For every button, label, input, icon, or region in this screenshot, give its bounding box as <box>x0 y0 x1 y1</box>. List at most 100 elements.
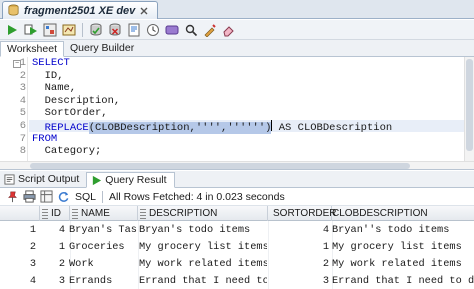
script-output-icon <box>4 173 15 185</box>
autotrace-button[interactable] <box>61 22 77 38</box>
toolbar-separator <box>82 22 83 37</box>
tab-script-output[interactable]: Script Output <box>0 171 86 187</box>
editor-vertical-scrollbar[interactable] <box>464 57 474 161</box>
table-row[interactable]: 2 1 Groceries My grocery list items 1 My… <box>0 239 474 254</box>
column-handle-icon <box>42 208 48 219</box>
tab-query-result[interactable]: Query Result <box>86 172 175 188</box>
document-tab-strip: fragment2501 XE dev <box>0 0 474 19</box>
line-number-gutter: − 1 2 3 4 5 6 7 8 <box>0 57 28 161</box>
cell-name[interactable]: Bryan's Tasks <box>69 222 137 237</box>
code-line: Description, <box>32 94 121 107</box>
history-icon <box>147 23 159 36</box>
worksheet-toolbar <box>0 20 474 40</box>
find-button[interactable] <box>183 22 199 38</box>
clear-button[interactable] <box>126 22 142 38</box>
cell-name[interactable]: Groceries <box>69 239 137 254</box>
eraser-button[interactable] <box>221 22 237 38</box>
format-button[interactable] <box>202 22 218 38</box>
run-statement-button[interactable] <box>4 22 20 38</box>
cell-sortorder[interactable]: 2 <box>268 256 332 271</box>
column-label: DESCRIPTION <box>149 208 218 219</box>
column-header-clobdescription[interactable]: CLOBDESCRIPTION <box>332 206 474 221</box>
rollback-button[interactable] <box>107 22 123 38</box>
column-header-name[interactable]: NAME <box>70 206 138 221</box>
tab-worksheet[interactable]: Worksheet <box>0 41 64 57</box>
cell-clobdescription[interactable]: Errand that I need to do <box>332 273 474 288</box>
cell-id[interactable]: 1 <box>40 239 68 254</box>
print-icon[interactable] <box>23 190 36 203</box>
run-script-icon <box>24 24 37 35</box>
scrollbar-thumb[interactable] <box>466 59 473 151</box>
eraser-icon <box>223 25 234 36</box>
document-tab-title: fragment2501 XE dev <box>24 4 136 17</box>
table-row[interactable]: 3 2 Work My work related items 2 My work… <box>0 256 474 271</box>
explain-plan-button[interactable] <box>42 22 58 38</box>
document-tab[interactable]: fragment2501 XE dev <box>2 1 159 19</box>
worksheet-tabs: Worksheet Query Builder <box>0 40 474 57</box>
line-number: 3 <box>19 82 26 94</box>
line-number: 8 <box>19 145 26 157</box>
history-button[interactable] <box>145 22 161 38</box>
row-number: 2 <box>29 240 36 253</box>
column-header-description[interactable]: DESCRIPTION <box>138 206 268 221</box>
cell-clobdescription[interactable]: My grocery list items <box>332 239 474 254</box>
toolbar-separator <box>102 190 104 203</box>
commit-button[interactable] <box>88 22 104 38</box>
cell-id[interactable]: 4 <box>40 222 68 237</box>
fetch-status: All Rows Fetched: 4 in 0.023 seconds <box>109 190 285 203</box>
tab-query-builder[interactable]: Query Builder <box>64 40 140 56</box>
row-number: 4 <box>29 274 36 287</box>
code-line: Category; <box>32 145 102 157</box>
rollback-icon <box>109 23 121 36</box>
sql-editor[interactable]: − 1 2 3 4 5 6 7 8 SELECT ID, Name, Descr… <box>0 57 474 161</box>
cell-id[interactable]: 3 <box>40 273 68 288</box>
code-line: Name, <box>32 82 77 94</box>
close-tab-icon[interactable] <box>139 6 149 16</box>
column-label: ID <box>51 208 61 219</box>
run-statement-icon <box>8 24 17 35</box>
row-number: 1 <box>29 223 36 236</box>
result-toolbar: SQL All Rows Fetched: 4 in 0.023 seconds <box>0 188 474 206</box>
clear-icon <box>128 23 140 36</box>
code-matched-parens: (CLOBDescription,'''','''''') <box>88 122 272 134</box>
cell-description[interactable]: My work related items <box>139 256 267 271</box>
export-icon[interactable] <box>40 190 53 203</box>
query-result-icon <box>93 175 102 185</box>
cell-id[interactable]: 2 <box>40 256 68 271</box>
cell-sortorder[interactable]: 3 <box>268 273 332 288</box>
column-header-id[interactable]: ID <box>40 206 70 221</box>
code-line: FROM <box>32 132 58 145</box>
run-script-button[interactable] <box>23 22 39 38</box>
cell-sortorder[interactable]: 1 <box>268 239 332 254</box>
code-line: ID, <box>32 69 64 82</box>
pin-icon[interactable] <box>6 190 19 203</box>
line-number: 4 <box>19 94 26 107</box>
find-icon <box>185 24 198 36</box>
scrollbar-thumb[interactable] <box>30 163 410 169</box>
commit-icon <box>90 23 102 36</box>
tab-label: Query Result <box>105 174 167 186</box>
cell-name[interactable]: Errands <box>69 273 137 288</box>
cell-description[interactable]: Bryan's todo items <box>139 222 267 237</box>
sql-tuning-button[interactable] <box>164 22 180 38</box>
table-row[interactable]: 4 3 Errands Errand that I need to do 3 E… <box>0 273 474 288</box>
cell-name[interactable]: Work <box>69 256 137 271</box>
column-header-sortorder[interactable]: SORTORDER <box>268 206 337 221</box>
code-line: SELECT <box>32 57 70 69</box>
format-icon <box>204 23 216 37</box>
line-number: 1 <box>19 57 26 69</box>
table-row[interactable]: 1 4 Bryan's Tasks Bryan's todo items 4 B… <box>0 222 474 237</box>
line-number: 2 <box>19 69 26 82</box>
sql-button[interactable]: SQL <box>75 191 96 203</box>
refresh-icon[interactable] <box>57 190 70 203</box>
cell-description[interactable]: My grocery list items <box>139 239 267 254</box>
result-grid: ID NAME DESCRIPTION SORTORDER CLOBDESCRI… <box>0 206 474 289</box>
cell-sortorder[interactable]: 4 <box>268 222 332 237</box>
cell-description[interactable]: Errand that I need to do <box>139 273 267 288</box>
cell-clobdescription[interactable]: My work related items <box>332 256 474 271</box>
cell-clobdescription[interactable]: Bryan''s todo items <box>332 222 474 237</box>
database-connection-icon <box>8 4 19 16</box>
row-number: 3 <box>29 257 36 270</box>
sql-tuning-icon <box>165 25 179 34</box>
editor-horizontal-scrollbar[interactable] <box>0 161 474 170</box>
